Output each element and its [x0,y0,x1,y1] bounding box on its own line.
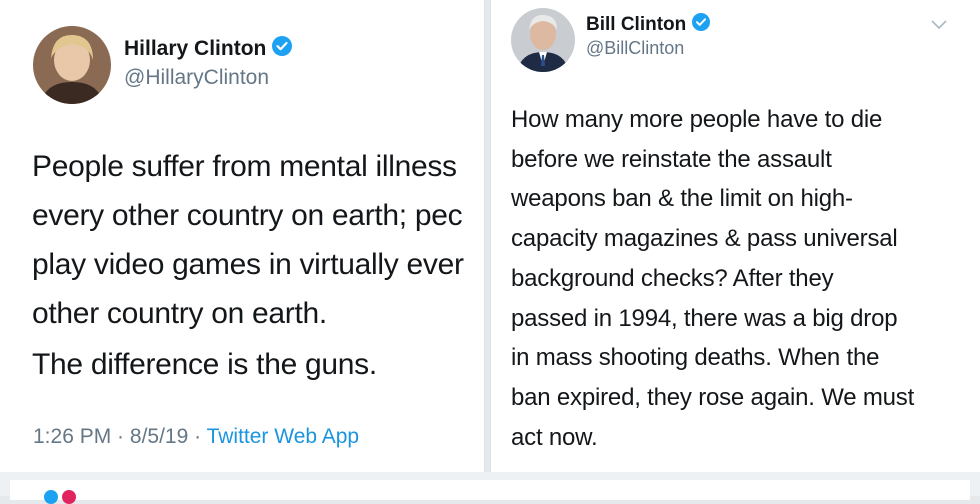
verified-badge-icon [692,13,711,37]
tweet-text-line: How many more people have to die [511,106,883,133]
author-name[interactable]: Hillary Clinton [124,36,293,62]
separator: · [188,425,207,448]
tweet-text-line: play video games in virtually ever [32,248,464,281]
author-handle[interactable]: @HillaryClinton [124,66,269,90]
tweet-timestamp: 1:26 PM · 8/5/19 · Twitter Web App [33,425,359,449]
tweet-date[interactable]: 8/5/19 [130,425,188,448]
like-icon [62,490,76,504]
tweet-text-line: every other country on earth; pec [32,199,463,232]
verified-badge-icon [272,36,293,62]
tweet-text-line: weapons ban & the limit on high- [511,185,853,213]
tweet-text-line: People suffer from mental illness [32,150,457,183]
tweet-text-line: ban expired, they rose again. We must [511,383,915,411]
tweet-text-line: before we reinstate the assault [511,145,832,173]
tweet-text-line: other country on earth. [32,297,327,330]
avatar[interactable] [511,8,575,72]
reaction-icon [44,490,58,504]
tweet-text-paragraph: The difference is the guns. [32,348,377,381]
next-tweet-card[interactable] [10,480,970,500]
tweet-text: People suffer from mental illness every … [32,142,484,338]
tweet-text: How many more people have to die before … [511,100,961,457]
author-name-text[interactable]: Hillary Clinton [124,37,266,61]
separator: · [111,425,130,448]
tweet-time[interactable]: 1:26 PM [33,425,111,448]
author-handle[interactable]: @BillClinton [586,38,684,59]
tweet-text-line: act now. [511,423,598,451]
tweet-source-link[interactable]: Twitter Web App [207,425,360,448]
author-name[interactable]: Bill Clinton [586,13,711,37]
avatar[interactable] [33,26,111,104]
chevron-down-icon[interactable] [930,18,948,36]
author-name-text[interactable]: Bill Clinton [586,14,686,36]
tweet-text-line: capacity magazines & pass universal [511,225,898,253]
tweet-text-line: in mass shooting deaths. When the [511,344,880,372]
tweet-text-line: background checks? After they [511,264,834,292]
tweet-text-line: passed in 1994, there was a big drop [511,304,898,332]
